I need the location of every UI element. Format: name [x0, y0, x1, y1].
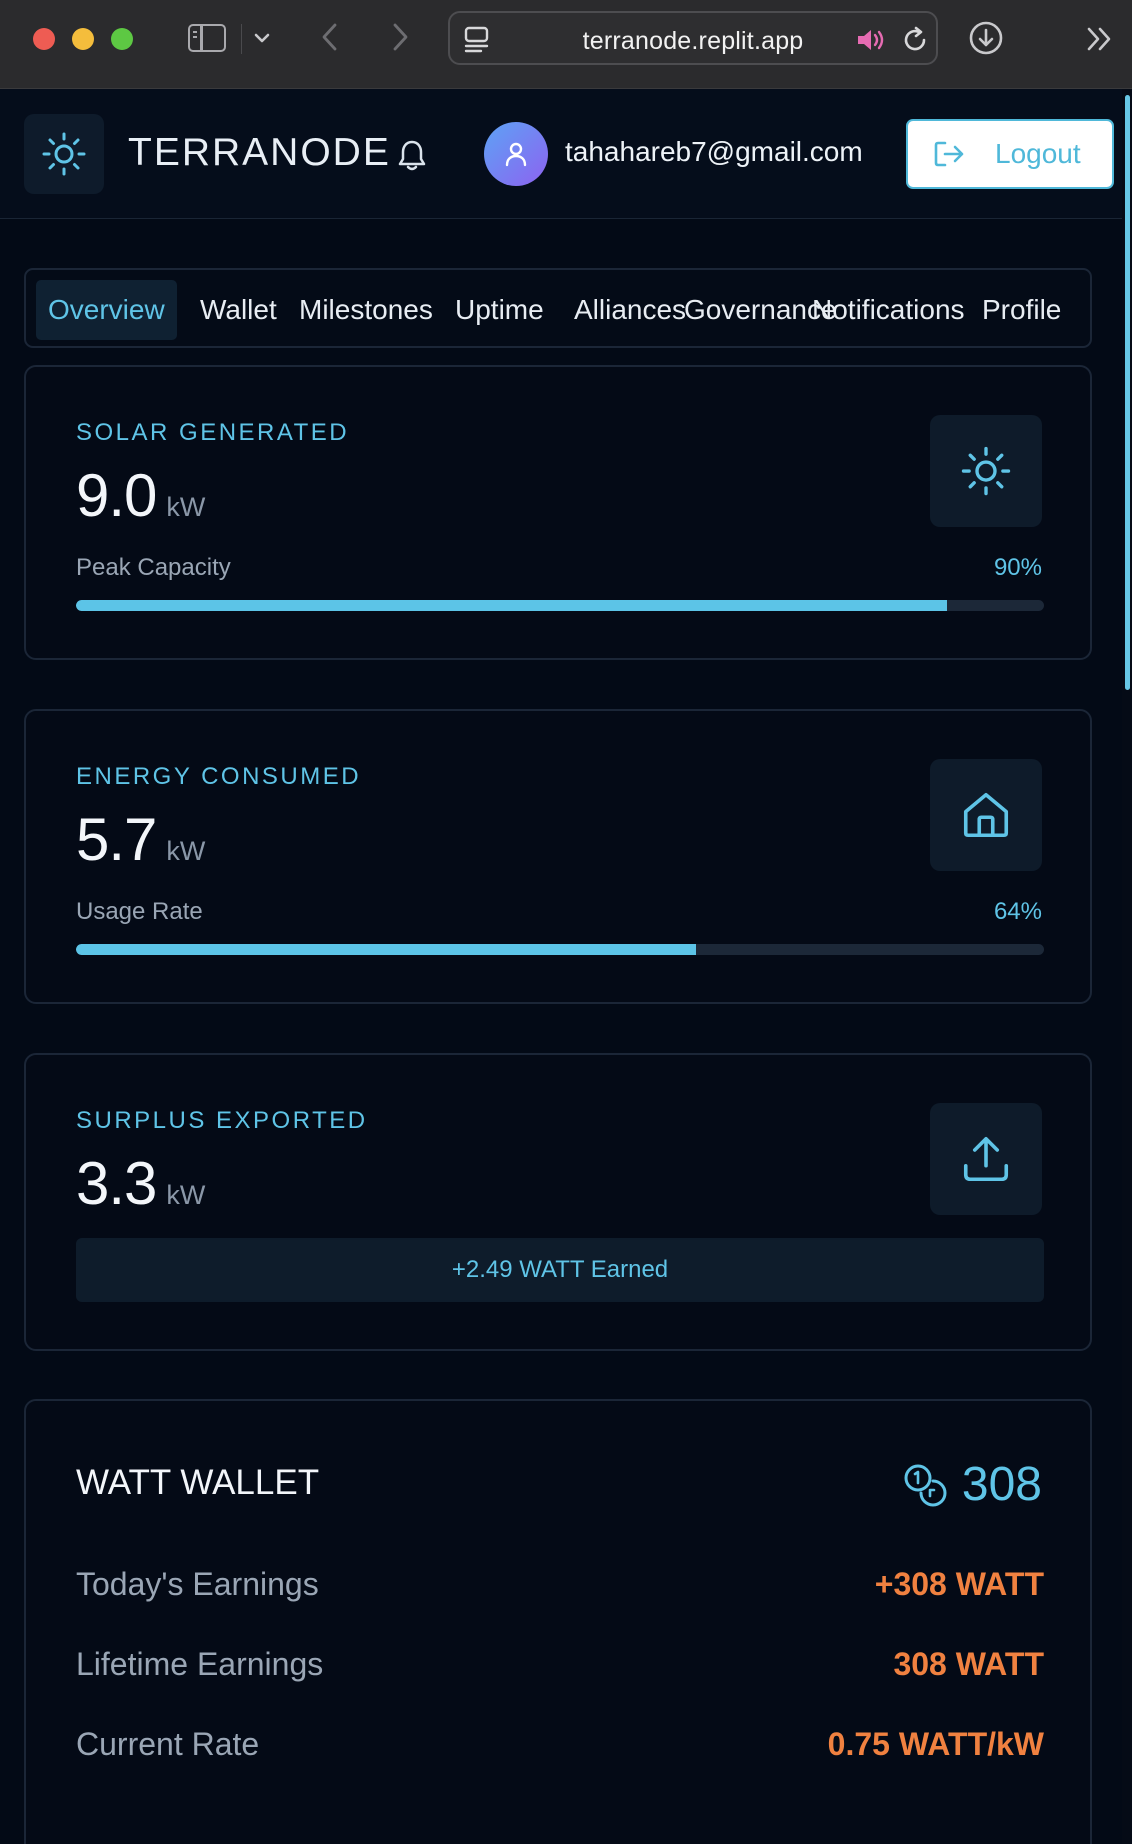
- speaker-icon[interactable]: [855, 27, 887, 53]
- logout-icon: [934, 141, 964, 167]
- wallet-row-label: Current Rate: [76, 1726, 260, 1762]
- wallet-row-value: 308 WATT: [893, 1646, 1044, 1682]
- tab-profile[interactable]: Profile: [982, 280, 1061, 340]
- surplus-value: 3.3 kW: [76, 1149, 205, 1218]
- meter-percent: 90%: [993, 554, 1042, 581]
- address-bar[interactable]: terranode.replit.app: [448, 11, 938, 65]
- more-chevrons-icon[interactable]: [1085, 24, 1115, 54]
- upload-icon: [963, 1136, 1009, 1182]
- reload-icon[interactable]: [902, 26, 930, 54]
- meter-label: Peak Capacity: [76, 554, 231, 581]
- user-icon: [505, 142, 527, 167]
- avatar[interactable]: [484, 122, 548, 186]
- surplus-unit: kW: [166, 1180, 206, 1210]
- progress-fill: [76, 944, 696, 955]
- coins-icon: [904, 1464, 947, 1506]
- consumed-value: 5.7 kW: [76, 805, 205, 874]
- solar-generated-card: SOLAR GENERATED 9.0 kW Peak Capacity 90%: [24, 365, 1092, 660]
- surplus-value-number: 3.3: [76, 1150, 157, 1217]
- logout-label: Logout: [995, 138, 1081, 169]
- tab-bar: Overview Wallet Milestones Uptime Allian…: [24, 268, 1092, 348]
- minimize-window-button[interactable]: [72, 28, 94, 50]
- brand-name: TERRANODE: [128, 131, 391, 174]
- tab-alliances[interactable]: Alliances: [574, 280, 686, 340]
- close-window-button[interactable]: [33, 28, 55, 50]
- watt-earned-banner: +2.49 WATT Earned: [76, 1238, 1044, 1302]
- watt-wallet-card: WATT WALLET 308 Today's Earnings +308 WA…: [24, 1399, 1092, 1844]
- maximize-window-button[interactable]: [111, 28, 133, 50]
- sidebar-toggle-icon[interactable]: [188, 24, 226, 52]
- wallet-row-lifetime: Lifetime Earnings 308 WATT: [76, 1646, 1044, 1686]
- tab-overview[interactable]: Overview: [36, 280, 177, 340]
- wallet-row-rate: Current Rate 0.75 WATT/kW: [76, 1726, 1044, 1766]
- progress-fill: [76, 600, 948, 611]
- sun-icon: [961, 446, 1011, 496]
- wallet-row-today: Today's Earnings +308 WATT: [76, 1566, 1044, 1606]
- consumed-value-number: 5.7: [76, 806, 157, 873]
- progress-bar: [76, 600, 1044, 611]
- progress-bar: [76, 944, 1044, 955]
- consumed-unit: kW: [166, 836, 206, 866]
- download-icon[interactable]: [968, 20, 1004, 56]
- tab-notifications[interactable]: Notifications: [812, 280, 965, 340]
- back-arrow-icon[interactable]: [315, 20, 345, 54]
- card-label: SOLAR GENERATED: [76, 419, 350, 446]
- meter-percent: 64%: [993, 898, 1042, 925]
- logout-button[interactable]: Logout: [906, 119, 1114, 189]
- energy-consumed-card: ENERGY CONSUMED 5.7 kW Usage Rate 64%: [24, 709, 1092, 1004]
- forward-arrow-icon[interactable]: [385, 20, 415, 54]
- tab-milestones[interactable]: Milestones: [299, 280, 433, 340]
- logo[interactable]: [24, 114, 104, 194]
- card-label: SURPLUS EXPORTED: [76, 1107, 368, 1134]
- meter-label: Usage Rate: [76, 898, 203, 925]
- solar-value: 9.0 kW: [76, 461, 205, 530]
- solar-unit: kW: [166, 492, 206, 522]
- toolbar-divider: [241, 24, 242, 54]
- app-header: TERRANODE tahahareb7@gmail.com Logout: [0, 89, 1132, 219]
- wallet-row-value: 0.75 WATT/kW: [827, 1726, 1044, 1762]
- chevron-down-icon[interactable]: [254, 24, 270, 52]
- wallet-row-label: Lifetime Earnings: [76, 1646, 324, 1682]
- solar-icon-box: [930, 415, 1042, 527]
- wallet-balance: 308: [902, 1457, 1042, 1512]
- browser-toolbar: terranode.replit.app: [0, 0, 1132, 89]
- wallet-title: WATT WALLET: [76, 1463, 320, 1502]
- user-email: tahahareb7@gmail.com: [565, 136, 863, 167]
- home-icon: [963, 792, 1009, 838]
- wallet-row-label: Today's Earnings: [76, 1566, 319, 1602]
- card-label: ENERGY CONSUMED: [76, 763, 362, 790]
- sun-icon: [42, 132, 86, 176]
- consumed-icon-box: [930, 759, 1042, 871]
- scrollbar-thumb[interactable]: [1125, 95, 1130, 690]
- solar-value-number: 9.0: [76, 462, 157, 529]
- surplus-exported-card: SURPLUS EXPORTED 3.3 kW +2.49 WATT Earned: [24, 1053, 1092, 1351]
- bell-icon[interactable]: [396, 139, 428, 173]
- wallet-row-value: +308 WATT: [874, 1566, 1044, 1602]
- tab-uptime[interactable]: Uptime: [455, 280, 544, 340]
- wallet-balance-value: 308: [961, 1458, 1042, 1511]
- surplus-icon-box: [930, 1103, 1042, 1215]
- tab-wallet[interactable]: Wallet: [200, 280, 277, 340]
